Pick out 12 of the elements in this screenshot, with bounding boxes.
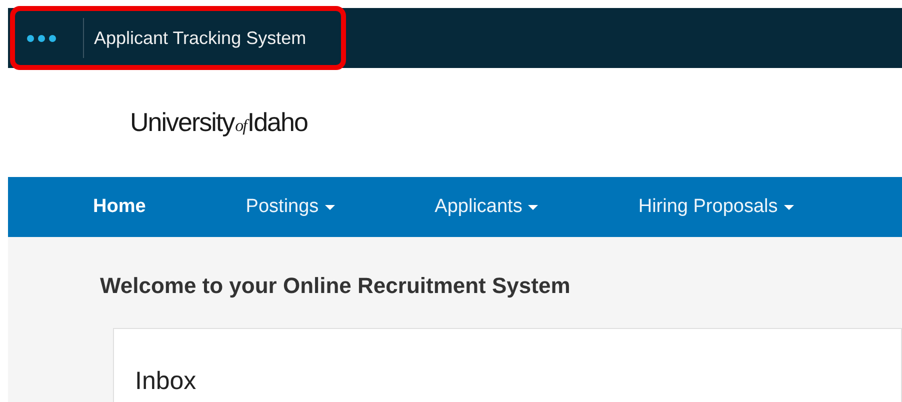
nav-tab[interactable]: Hiring Proposals <box>638 192 794 222</box>
nav-tab[interactable]: Applicants <box>434 192 538 222</box>
caret-icon <box>784 204 794 210</box>
inbox-title: Inbox <box>135 366 198 397</box>
app-title: Applicant Tracking System <box>94 26 306 50</box>
menu-icon[interactable] <box>27 34 56 42</box>
caret-icon <box>324 204 335 210</box>
caret-icon <box>528 204 538 210</box>
nav-tab[interactable]: Postings <box>246 192 335 222</box>
nav-tab[interactable]: Home <box>93 192 146 222</box>
university-logo: UniversityofIdaho <box>130 106 308 139</box>
page-heading: Welcome to your Online Recruitment System <box>100 272 572 300</box>
